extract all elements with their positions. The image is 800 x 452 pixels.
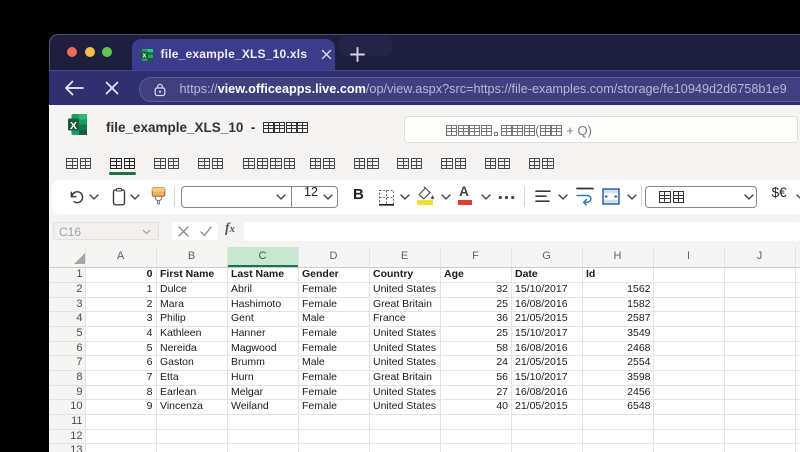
- svg-text:X: X: [70, 120, 77, 132]
- svg-text:x: x: [143, 52, 147, 59]
